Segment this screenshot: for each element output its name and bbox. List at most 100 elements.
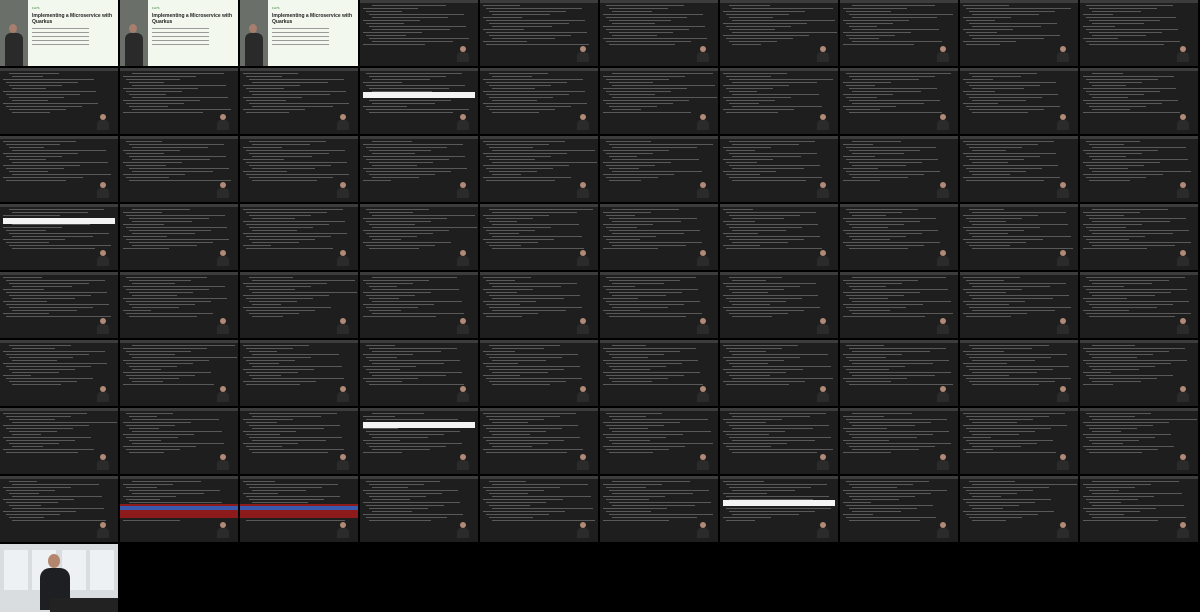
thumbnail-code[interactable] bbox=[240, 204, 358, 270]
thumbnail-white[interactable] bbox=[360, 408, 478, 474]
code-line bbox=[852, 277, 947, 278]
code-line bbox=[1089, 452, 1142, 453]
thumbnail-code[interactable] bbox=[360, 204, 478, 270]
thumbnail-code[interactable] bbox=[480, 408, 598, 474]
code-line bbox=[843, 168, 878, 169]
thumbnail-code[interactable] bbox=[1080, 408, 1198, 474]
thumbnail-code[interactable] bbox=[720, 136, 838, 202]
code-line bbox=[966, 316, 1011, 317]
thumbnail-code[interactable] bbox=[240, 68, 358, 134]
code-line bbox=[852, 165, 906, 166]
thumbnail-code[interactable] bbox=[960, 68, 1078, 134]
presenter-body bbox=[1057, 392, 1069, 402]
thumbnail-code[interactable] bbox=[480, 0, 598, 66]
presenter-overlay bbox=[456, 522, 470, 538]
thumbnail-code[interactable] bbox=[600, 0, 718, 66]
presenter-overlay bbox=[1176, 386, 1190, 402]
code-line bbox=[846, 221, 920, 222]
thumbnail-code[interactable] bbox=[480, 272, 598, 338]
code-line bbox=[843, 378, 907, 379]
thumbnail-code[interactable] bbox=[960, 136, 1078, 202]
thumbnail-slide[interactable]: FLPS Implementing a Microservice with Qua… bbox=[120, 0, 238, 66]
thumbnail-red[interactable] bbox=[240, 476, 358, 542]
thumbnail-code[interactable] bbox=[360, 136, 478, 202]
thumbnail-code[interactable] bbox=[240, 340, 358, 406]
thumbnail-code[interactable] bbox=[600, 408, 718, 474]
thumbnail-code[interactable] bbox=[960, 340, 1078, 406]
thumbnail-white[interactable] bbox=[0, 204, 118, 270]
slide-bullet bbox=[272, 44, 330, 45]
thumbnail-code[interactable] bbox=[240, 408, 358, 474]
thumbnail-code[interactable] bbox=[1080, 68, 1198, 134]
thumbnail-code[interactable] bbox=[720, 68, 838, 134]
thumbnail-code[interactable] bbox=[1080, 340, 1198, 406]
thumbnail-code[interactable] bbox=[120, 272, 238, 338]
thumbnail-code[interactable] bbox=[120, 204, 238, 270]
thumbnail-code[interactable] bbox=[600, 476, 718, 542]
code-line bbox=[729, 301, 787, 302]
thumbnail-code[interactable] bbox=[960, 408, 1078, 474]
thumbnail-code[interactable] bbox=[1080, 0, 1198, 66]
code-line bbox=[729, 41, 778, 42]
thumbnail-code[interactable] bbox=[960, 272, 1078, 338]
thumbnail-code[interactable] bbox=[480, 340, 598, 406]
thumbnail-code[interactable] bbox=[120, 408, 238, 474]
thumbnail-code[interactable] bbox=[480, 476, 598, 542]
code-line bbox=[369, 298, 400, 299]
thumbnail-code[interactable] bbox=[840, 136, 958, 202]
thumbnail-red[interactable] bbox=[120, 476, 238, 542]
thumbnail-code[interactable] bbox=[480, 68, 598, 134]
thumbnail-code[interactable] bbox=[1080, 476, 1198, 542]
thumbnail-code[interactable] bbox=[360, 0, 478, 66]
thumbnail-code[interactable] bbox=[0, 476, 118, 542]
thumbnail-code[interactable] bbox=[120, 68, 238, 134]
thumbnail-code[interactable] bbox=[840, 272, 958, 338]
thumbnail-code[interactable] bbox=[720, 408, 838, 474]
thumbnail-code[interactable] bbox=[960, 0, 1078, 66]
thumbnail-code[interactable] bbox=[120, 340, 238, 406]
thumbnail-code[interactable] bbox=[120, 136, 238, 202]
thumbnail-code[interactable] bbox=[840, 340, 958, 406]
thumbnail-code[interactable] bbox=[600, 204, 718, 270]
code-line bbox=[729, 289, 784, 290]
code-line bbox=[846, 307, 907, 308]
thumbnail-code[interactable] bbox=[1080, 272, 1198, 338]
thumbnail-code[interactable] bbox=[600, 68, 718, 134]
thumbnail-code[interactable] bbox=[840, 476, 958, 542]
thumbnail-code[interactable] bbox=[0, 272, 118, 338]
thumbnail-slide[interactable]: FLPS Implementing a Microservice with Qua… bbox=[0, 0, 118, 66]
code-line bbox=[723, 493, 767, 494]
editor-tabbar bbox=[0, 272, 118, 275]
thumbnail-code[interactable] bbox=[840, 0, 958, 66]
thumbnail-code[interactable] bbox=[720, 340, 838, 406]
thumbnail-code[interactable] bbox=[960, 204, 1078, 270]
thumbnail-code[interactable] bbox=[1080, 136, 1198, 202]
thumbnail-code[interactable] bbox=[720, 272, 838, 338]
thumbnail-code[interactable] bbox=[840, 68, 958, 134]
thumbnail-code[interactable] bbox=[0, 136, 118, 202]
thumbnail-code[interactable] bbox=[0, 340, 118, 406]
thumbnail-code[interactable] bbox=[360, 476, 478, 542]
thumbnail-code[interactable] bbox=[600, 340, 718, 406]
thumbnail-code[interactable] bbox=[1080, 204, 1198, 270]
thumbnail-code[interactable] bbox=[240, 272, 358, 338]
code-line bbox=[123, 174, 185, 175]
thumbnail-code[interactable] bbox=[960, 476, 1078, 542]
thumbnail-code[interactable] bbox=[600, 136, 718, 202]
thumbnail-code[interactable] bbox=[840, 204, 958, 270]
thumbnail-code[interactable] bbox=[600, 272, 718, 338]
thumbnail-code[interactable] bbox=[840, 408, 958, 474]
thumbnail-code[interactable] bbox=[360, 272, 478, 338]
thumbnail-code[interactable] bbox=[0, 68, 118, 134]
thumbnail-office[interactable] bbox=[0, 544, 118, 612]
thumbnail-code[interactable] bbox=[0, 408, 118, 474]
thumbnail-code[interactable] bbox=[480, 204, 598, 270]
thumbnail-code[interactable] bbox=[240, 136, 358, 202]
thumbnail-code[interactable] bbox=[480, 136, 598, 202]
thumbnail-code[interactable] bbox=[720, 0, 838, 66]
thumbnail-code[interactable] bbox=[720, 204, 838, 270]
thumbnail-white[interactable] bbox=[360, 68, 478, 134]
thumbnail-code[interactable] bbox=[360, 340, 478, 406]
thumbnail-slide[interactable]: FLPS Implementing a Microservice with Qua… bbox=[240, 0, 358, 66]
thumbnail-white[interactable] bbox=[720, 476, 838, 542]
